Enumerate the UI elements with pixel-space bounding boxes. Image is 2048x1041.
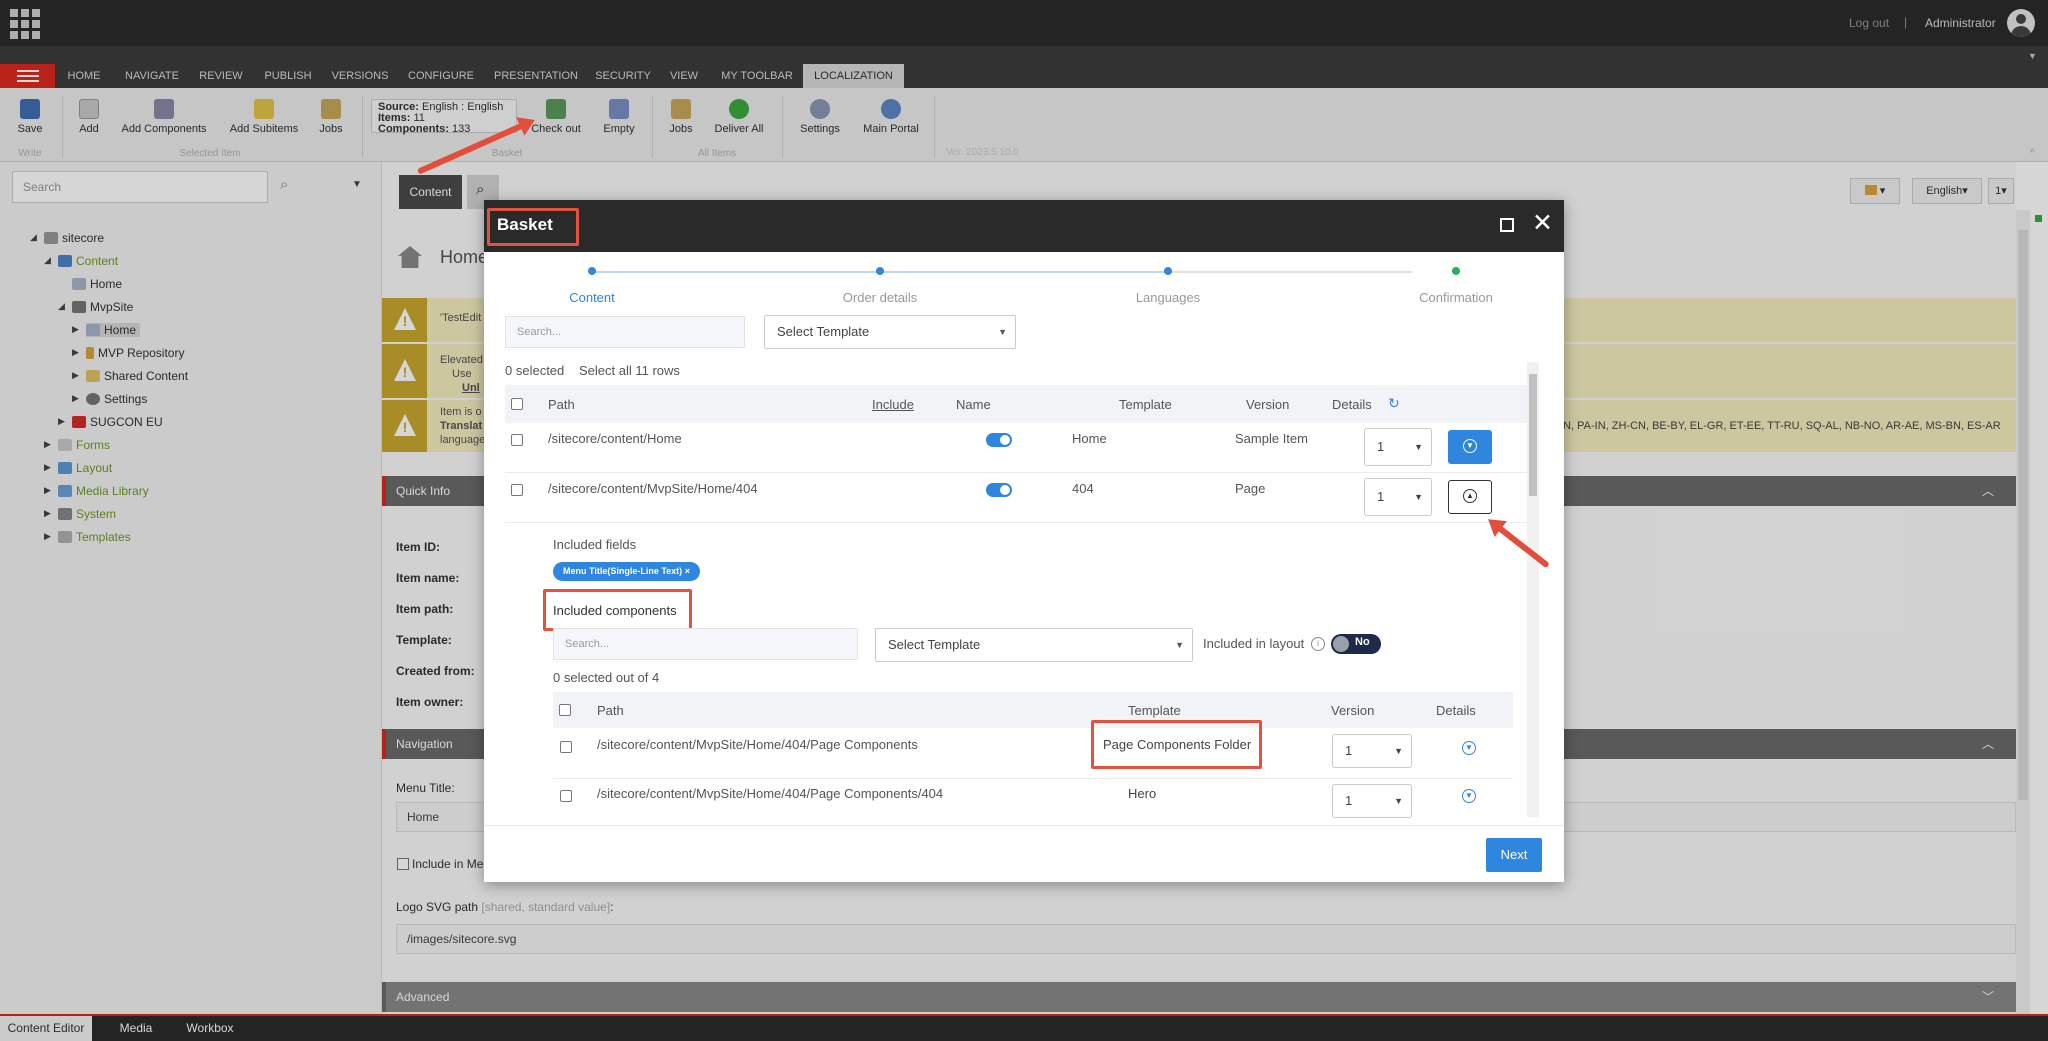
row-name: Home <box>1072 431 1107 446</box>
step-languages[interactable]: Languages <box>1098 290 1238 305</box>
step-dot <box>1452 267 1460 275</box>
select-all-link[interactable]: Select all 11 rows <box>579 363 680 378</box>
component-selected-count: 0 selected out of 4 <box>553 670 660 685</box>
row-checkbox[interactable] <box>511 484 523 496</box>
chevron-down-icon: ▼ <box>998 327 1007 337</box>
component-path[interactable]: /sitecore/content/MvpSite/Home/404/Page … <box>597 737 918 752</box>
col-version: Version <box>1246 397 1290 412</box>
component-template: Page Components Folder <box>1103 737 1252 752</box>
col-template: Template <box>1128 703 1181 718</box>
col-template: Template <box>1119 397 1172 412</box>
version-value: 1 <box>1377 439 1385 454</box>
col-details: Details <box>1332 397 1372 412</box>
chevron-down-icon: ▼ <box>1394 796 1403 806</box>
divider <box>505 472 1538 473</box>
row-checkbox[interactable] <box>560 790 572 802</box>
component-template-select[interactable]: Select Template ▼ <box>875 628 1193 662</box>
col-name: Name <box>956 397 991 412</box>
template-select[interactable]: Select Template ▼ <box>764 315 1016 349</box>
included-in-layout-label: Included in layout <box>1203 636 1305 651</box>
divider <box>553 778 1513 779</box>
chevron-up-icon: ▲ <box>1463 489 1477 503</box>
dialog-scrollbar[interactable] <box>1527 362 1539 817</box>
row-path[interactable]: /sitecore/content/Home <box>548 431 682 446</box>
col-path: Path <box>597 703 624 718</box>
select-value: Select Template <box>777 324 870 339</box>
selected-count: 0 selected <box>505 363 565 378</box>
basket-search-input[interactable]: Search... <box>505 316 745 348</box>
chip-label: Menu Title(Single-Line Text) <box>563 566 683 576</box>
dialog-footer-divider <box>484 825 1564 826</box>
maximize-icon[interactable] <box>1500 218 1514 232</box>
chevron-down-icon: ▼ <box>1414 492 1423 502</box>
row-template: Sample Item <box>1235 431 1308 446</box>
step-dot <box>588 267 596 275</box>
chevron-down-icon: ▼ <box>1394 746 1403 756</box>
chevron-down-icon: ▼ <box>1414 442 1423 452</box>
next-button[interactable]: Next <box>1486 838 1542 872</box>
divider <box>505 522 1538 523</box>
component-path[interactable]: /sitecore/content/MvpSite/Home/404/Page … <box>597 786 943 801</box>
include-toggle[interactable] <box>986 433 1012 447</box>
step-content[interactable]: Content <box>522 290 662 305</box>
annotation-box <box>487 208 579 246</box>
col-include[interactable]: Include <box>872 397 914 412</box>
toggle-label: No <box>1355 636 1370 648</box>
version-value: 1 <box>1345 743 1353 758</box>
col-details: Details <box>1436 703 1476 718</box>
step-dot <box>1164 267 1172 275</box>
include-toggle[interactable] <box>986 483 1012 497</box>
row-checkbox[interactable] <box>560 741 572 753</box>
chevron-down-icon: ▼ <box>1175 640 1184 650</box>
component-template: Hero <box>1128 786 1157 801</box>
version-select[interactable]: 1 ▼ <box>1332 734 1412 768</box>
refresh-icon[interactable]: ↻ <box>1388 395 1400 412</box>
field-chip[interactable]: Menu Title(Single-Line Text) × <box>553 562 700 581</box>
chevron-down-icon[interactable]: ▼ <box>1462 741 1476 755</box>
col-version: Version <box>1331 703 1375 718</box>
version-value: 1 <box>1345 793 1353 808</box>
version-select[interactable]: 1 ▼ <box>1364 478 1432 516</box>
step-dot <box>876 267 884 275</box>
dialog-header: Basket ✕ <box>484 200 1564 252</box>
component-search-input[interactable]: Search... <box>553 628 858 660</box>
col-path: Path <box>548 397 575 412</box>
chevron-down-icon[interactable]: ▼ <box>1462 789 1476 803</box>
row-checkbox[interactable] <box>511 434 523 446</box>
step-confirmation[interactable]: Confirmation <box>1386 290 1526 305</box>
details-collapse-button[interactable]: ▲ <box>1448 480 1492 514</box>
version-select[interactable]: 1 ▼ <box>1364 428 1432 466</box>
component-table-header: Path Template Version Details <box>553 692 1513 728</box>
included-in-layout-toggle[interactable]: No <box>1331 634 1381 654</box>
details-expand-button[interactable]: ▼ <box>1448 430 1492 464</box>
remove-chip-icon[interactable]: × <box>685 566 690 576</box>
close-icon[interactable]: ✕ <box>1532 209 1553 237</box>
row-path[interactable]: /sitecore/content/MvpSite/Home/404 <box>548 481 758 496</box>
included-fields-title: Included fields <box>553 537 637 552</box>
row-name: 404 <box>1072 481 1094 496</box>
version-select[interactable]: 1 ▼ <box>1332 784 1412 818</box>
included-components-title: Included components <box>553 603 677 618</box>
basket-dialog: Basket ✕ Content Order details Languages… <box>484 200 1564 882</box>
select-all-checkbox[interactable] <box>559 704 571 716</box>
step-order-details[interactable]: Order details <box>810 290 950 305</box>
version-value: 1 <box>1377 489 1385 504</box>
select-value: Select Template <box>888 637 981 652</box>
table-header: Path Include Name Template Version Detai… <box>505 385 1538 423</box>
select-all-checkbox[interactable] <box>511 398 523 410</box>
info-icon: i <box>1311 637 1325 651</box>
chevron-down-icon: ▼ <box>1463 439 1477 453</box>
row-template: Page <box>1235 481 1266 496</box>
